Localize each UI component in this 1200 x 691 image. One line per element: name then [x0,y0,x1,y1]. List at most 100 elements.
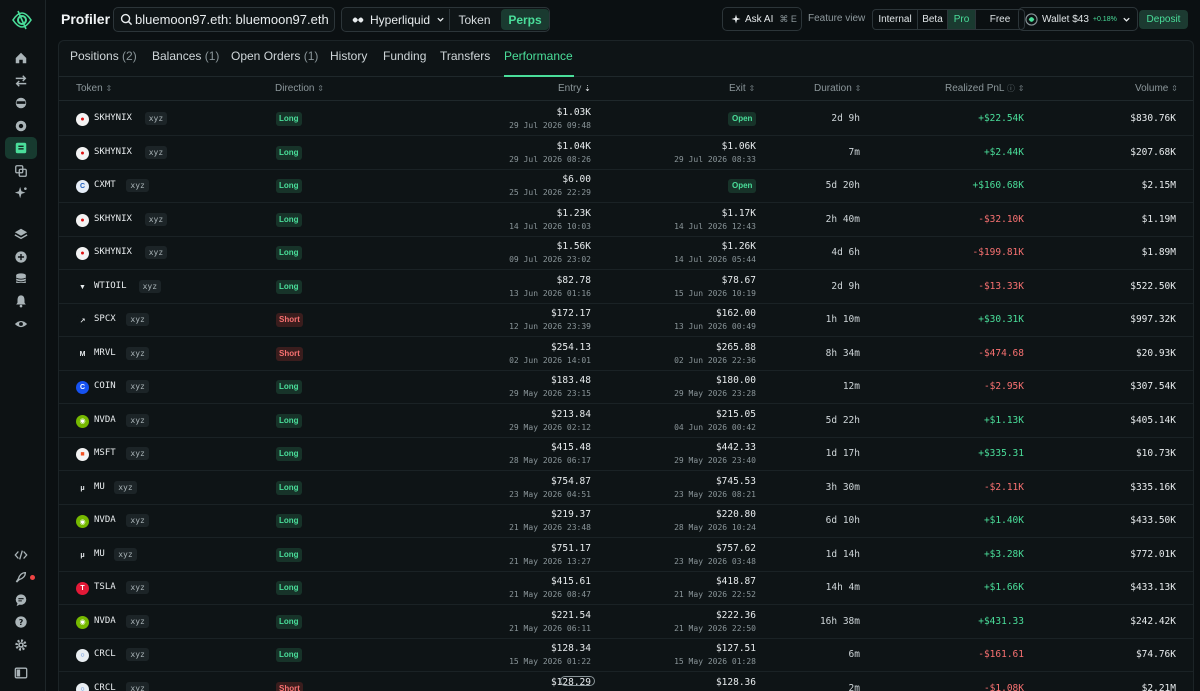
wallet-icon [1025,12,1038,26]
tab-token[interactable]: Token [449,9,499,30]
tab-funding[interactable]: Funding [383,49,426,63]
column-label: Direction [275,83,315,94]
exit-price: $162.00 [715,308,756,319]
direction-badge: Long [276,112,302,126]
rocket-icon[interactable] [13,569,29,585]
tab-performance[interactable]: Performance [504,49,573,63]
nvda-token-icon: ◉ [76,615,89,629]
eye-icon[interactable] [13,316,29,332]
tab-label: Open Orders [231,49,301,63]
scroll-indicator[interactable] [560,676,595,686]
tab-transfers[interactable]: Transfers [440,49,490,63]
tab-history[interactable]: History [330,49,367,63]
table-row[interactable]: μ MU xyz Long $751.17 21 May 2026 13:27 $757.6… [59,538,1193,572]
feature-view-internal[interactable]: Internal [873,10,918,29]
token-symbol: TSLA [94,582,116,592]
token-badge: xyz [126,413,149,427]
direction-badge: Long [276,246,302,260]
bot-icon[interactable] [13,95,29,111]
token-badge: xyz [144,212,168,226]
token-badge: xyz [144,145,168,159]
exit-date: 29 May 2026 23:40 [674,456,756,465]
app-title: Profiler [61,11,111,27]
realized-pnl: +$1.40K [983,515,1024,526]
settings-gear-icon[interactable] [13,637,29,653]
table-row[interactable]: ● SKHYNIX xyz Long $1.03K 29 Jul 2026 09:48 Op… [59,102,1193,136]
table-row[interactable]: M MRVL xyz Short $254.13 02 Jun 2026 14:01 $26… [59,337,1193,371]
venue-dropdown[interactable]: Hyperliquid [342,8,448,31]
column-exit[interactable]: Exit ⇕ [729,83,755,94]
feature-view-pro[interactable]: Pro [948,10,976,29]
search-input[interactable]: bluemoon97.eth: bluemoon97.eth [113,7,335,32]
table-row[interactable]: ◉ NVDA xyz Long $213.84 29 May 2026 02:12 $215… [59,404,1193,438]
table-row[interactable]: ● SKHYNIX xyz Long $1.23K 14 Jul 2026 10:03 $1… [59,203,1193,237]
table-row[interactable]: ◉ NVDA xyz Long $221.54 21 May 2026 06:11 $222… [59,605,1193,639]
column-token[interactable]: Token ⇕ [76,83,112,94]
profiler-icon[interactable] [13,140,29,156]
table-row[interactable]: C CXMT xyz Long $6.00 25 Jul 2026 22:29 Open 5d… [59,169,1193,203]
table-row[interactable]: ● SKHYNIX xyz Long $1.56K 09 Jul 2026 23:02 $1… [59,236,1193,270]
duration: 5d 22h [825,414,860,426]
wallet-button[interactable]: Wallet $43 +0.18% [1018,7,1138,31]
column-entry[interactable]: Entry ⇣ [558,83,591,94]
column-realized-pnl[interactable]: Realized PnL ⓘ ⇕ [945,83,1024,94]
exit-price: $1.26K [721,241,756,252]
app-logo-icon[interactable] [10,8,34,32]
tab-open-orders[interactable]: Open Orders (1) [231,49,318,63]
add-circle-icon[interactable] [13,249,29,265]
tab-positions[interactable]: Positions (2) [70,49,137,63]
table-row[interactable]: ↗ SPCX xyz Short $172.17 12 Jun 2026 23:39 $16… [59,303,1193,337]
feature-view-beta[interactable]: Beta [918,10,948,29]
realized-pnl: +$3.28K [983,548,1024,560]
table-row[interactable]: μ MU xyz Long $754.87 23 May 2026 04:51 $745.5… [59,471,1193,505]
direction-badge: Short [276,346,303,361]
volume: $433.13K [1130,582,1176,593]
bell-icon[interactable] [13,293,29,309]
table-row[interactable]: C COIN xyz Long $183.48 29 May 2026 23:15 $180… [59,370,1193,404]
table-row[interactable]: ● SKHYNIX xyz Long $1.04K 29 Jul 2026 08:26 $1… [59,136,1193,170]
column-volume[interactable]: Volume ⇕ [1135,83,1178,94]
home-icon[interactable] [13,50,29,66]
record-icon[interactable] [13,118,29,134]
table-row[interactable]: ■ MSFT xyz Long $415.48 28 May 2026 06:17 $442… [59,437,1193,471]
chat-icon[interactable] [13,592,29,608]
entry-price: $1.04K [556,140,591,152]
tab-perps[interactable]: Perps [501,9,549,30]
entry-date: 29 May 2026 02:12 [509,422,591,432]
token-symbol: SKHYNIX [94,113,132,123]
token-badge: xyz [126,447,149,460]
exit-price: $1.17K [721,207,756,219]
realized-pnl: +$1.66K [983,582,1024,593]
deposit-button[interactable]: Deposit [1139,10,1188,29]
tab-balances[interactable]: Balances (1) [152,49,219,63]
table-row[interactable]: ◉ NVDA xyz Long $219.37 21 May 2026 23:48 $220… [59,504,1193,538]
sidebar-toggle-icon[interactable] [13,665,29,681]
column-label: Token [76,83,103,94]
exit-price: $78.67 [721,274,756,286]
help-icon[interactable]: ? [13,614,29,630]
column-direction[interactable]: Direction ⇕ [275,83,324,94]
sparkle-icon[interactable] [13,185,29,201]
layers-icon[interactable] [13,226,29,242]
venue-switcher: Hyperliquid Token Perps [341,7,550,32]
table-row[interactable]: ▼ WTIOIL xyz Long $82.78 13 Jun 2026 01:16 $78… [59,270,1193,304]
copy-icon[interactable] [13,163,29,179]
token-symbol: NVDA [94,414,116,425]
token-symbol: NVDA [94,615,116,626]
table-row[interactable]: ○ CRCL xyz Short $128.29 $128.36 2m -$1.08K $2.2… [59,672,1193,691]
ask-ai-button[interactable]: Ask AI ⌘ E [722,7,802,31]
feature-view-free[interactable]: Free [976,10,1024,29]
database-icon[interactable] [13,271,29,287]
table-row[interactable]: ○ CRCL xyz Long $128.34 15 May 2026 01:22 $127… [59,638,1193,672]
column-duration[interactable]: Duration ⇕ [814,83,861,94]
feature-view-toggle: Internal Beta Pro Free [872,9,1025,30]
entry-date: 23 May 2026 04:51 [509,489,591,499]
realized-pnl: -$199.81K [972,247,1024,258]
code-icon[interactable] [13,547,29,563]
tsla-token-icon: T [76,582,89,595]
swap-icon[interactable] [13,73,29,89]
duration: 7m [848,146,860,158]
token-symbol: SKHYNIX [94,213,132,224]
table-row[interactable]: T TSLA xyz Long $415.61 21 May 2026 08:47 $418… [59,571,1193,605]
crcl-token-icon: ○ [76,682,89,691]
